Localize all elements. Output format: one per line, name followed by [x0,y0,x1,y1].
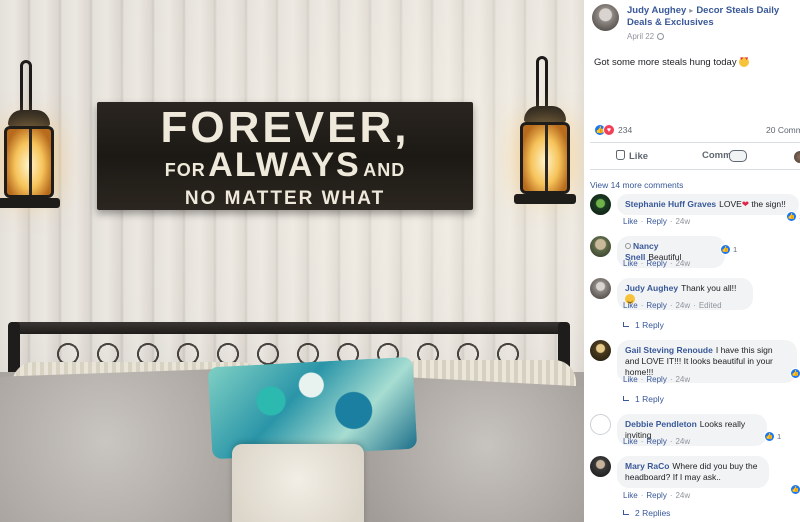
reply-arrow-icon [623,510,629,515]
comment-meta: Like · Reply · 24w [623,375,691,384]
comment-item: Judy Aughey Thank you all!! Like · Reply · 24… [590,278,800,334]
commenter-avatar[interactable] [590,278,611,299]
comment-item: Mary RaCo Where did you buy the headboard… [590,456,800,522]
comment-reply-link[interactable]: Reply [646,217,666,226]
like-button[interactable]: Like [616,150,648,162]
comment-time[interactable]: 24w [675,259,690,268]
comment-meta: Like · Reply · 24w · Edited [623,301,722,310]
commenter-avatar[interactable] [590,340,611,361]
wall-lantern-right [514,56,576,216]
post-text: Got some more steals hung today [594,57,750,68]
comment-icon [729,150,747,162]
sign-word-always: ALWAYS [208,146,361,184]
commenter-avatar[interactable] [590,236,611,257]
comment-count[interactable]: 20 Comm [766,125,800,135]
comment-time[interactable]: 24w [675,375,690,384]
reply-arrow-icon [623,322,629,327]
commenter-name[interactable]: Stephanie Huff Graves [625,199,716,209]
view-more-comments-link[interactable]: View 14 more comments [590,180,683,190]
reply-arrow-icon [623,396,629,401]
sign-word-and: AND [363,160,406,180]
post-panel: Judy Aughey ▸ Decor Steals Daily Deals & E… [584,0,800,522]
post-photo[interactable]: FOREVER, FOR ALWAYS AND NO MATTER WHAT [0,0,584,522]
commenter-name[interactable]: Judy Aughey [625,283,678,293]
comment-like-link[interactable]: Like [623,217,638,226]
commenter-name[interactable]: Mary RaCo [625,461,669,471]
comment-reply-link[interactable]: Reply [646,375,666,384]
commenter-avatar[interactable] [590,194,611,215]
sign-word-for: FOR [164,160,206,180]
like-reaction-icon: 👍 [786,211,797,222]
comment-reply-link[interactable]: Reply [646,301,666,310]
post-message: Got some more steals hung today [594,57,737,68]
comment-time[interactable]: 24w [675,491,690,500]
view-replies-link[interactable]: 1 Reply [623,320,664,330]
like-reaction-icon: 👍 [764,431,775,442]
comment-meta: Like · Reply · 24w [623,259,691,268]
commenter-name[interactable]: Debbie Pendleton [625,419,697,429]
comment-reply-link[interactable]: Reply [646,259,666,268]
comment-like-link[interactable]: Like [623,437,638,446]
sign-line-3: NO MATTER WHAT [184,188,386,209]
commenter-avatar[interactable] [590,414,611,435]
like-reaction-icon: 👍 [790,368,800,379]
arrow-right-icon: ▸ [689,6,694,15]
comment-reply-link[interactable]: Reply [646,491,666,500]
sign-line-1: FOREVER, [160,103,410,152]
replies-count[interactable]: 1 Reply [635,320,664,330]
comment-like-link[interactable]: Like [623,259,638,268]
comment-text: LOVE [719,199,742,209]
view-replies-link[interactable]: 1 Reply [623,394,664,404]
comment-meta: Like · Reply · 24w [623,437,691,446]
like-reaction-icon: 👍 [720,244,731,255]
comment-button[interactable]: Comment [702,150,747,162]
like-label: Like [629,151,649,162]
author-avatar[interactable] [592,4,619,31]
heart-emoji: ❤ [741,199,749,209]
wall-lantern-left [0,60,60,220]
thumbs-up-icon [616,150,625,160]
comment-reply-link[interactable]: Reply [646,437,666,446]
comment-bubble: Stephanie Huff Graves LOVE❤ the sign!! [617,194,799,215]
reaction-summary[interactable]: 👍 ♥ 234 20 Comm [594,124,800,138]
globe-icon [657,33,665,40]
comment-item: Stephanie Huff Graves LOVE❤ the sign!! 👍 … [590,194,800,234]
cream-accent-pillow [232,444,364,522]
wall-sign: FOREVER, FOR ALWAYS AND NO MATTER WHAT [97,102,473,210]
comment-reaction-count[interactable]: 1 [733,245,737,254]
comment-meta: Like · Reply · 24w [623,491,691,500]
sign-line-2: FOR ALWAYS AND [105,148,465,187]
comment-reaction-count[interactable]: 1 [777,432,781,441]
top-fan-badge-icon [625,243,631,249]
reaction-count[interactable]: 234 [618,125,632,135]
comment-like-link[interactable]: Like [623,491,638,500]
commenter-avatar[interactable] [590,456,611,477]
like-reaction-icon: 👍 [790,484,800,495]
post-date[interactable]: April 22 [627,32,654,41]
comment-item: Nancy Snell Beautiful 👍 1 Like · Reply · 24w [590,236,800,276]
comment-item: Gail Steving Renoude I have this sign and… [590,340,800,406]
comment-edited-label: Edited [698,301,722,310]
author-name[interactable]: Judy Aughey [627,5,686,16]
comment-time[interactable]: 24w [675,217,690,226]
comment-text-continued: the sign!! [748,199,786,209]
comment-time[interactable]: 24w [675,437,690,446]
replies-count[interactable]: 1 Reply [635,394,664,404]
heart-eyes-emoji [739,57,750,67]
comment-time[interactable]: 24w [675,301,690,310]
post-actions: Like Comment [590,142,800,170]
comment-item: Debbie Pendleton Looks really inviting 👍 … [590,414,800,454]
view-replies-link[interactable]: 2 Replies [623,508,670,518]
commenter-name[interactable]: Gail Steving Renoude [625,345,713,355]
comment-like-link[interactable]: Like [623,375,638,384]
comment-meta: Like · Reply · 24w [623,217,691,226]
post-timestamp[interactable]: April 22 [627,32,665,41]
post-author-line: Judy Aughey ▸ Decor Steals Daily Deals & E… [627,5,800,29]
replies-count[interactable]: 2 Replies [635,508,670,518]
viewer-avatar[interactable] [794,151,800,163]
comment-bubble: Mary RaCo Where did you buy the headboard… [617,456,769,488]
love-reaction-icon: ♥ [603,124,615,136]
comment-like-link[interactable]: Like [623,301,638,310]
comment-text: Thank you all!! [681,283,737,293]
